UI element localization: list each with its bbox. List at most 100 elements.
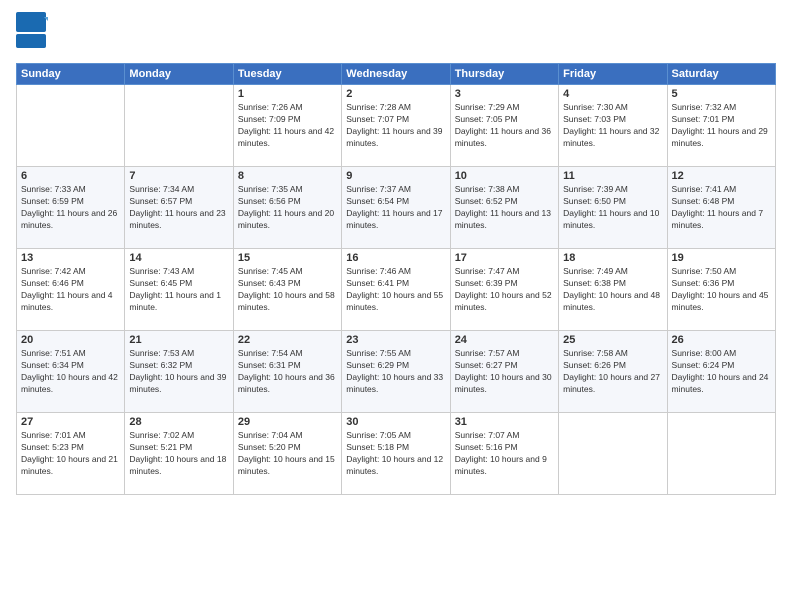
day-info: Sunrise: 7:42 AM Sunset: 6:46 PM Dayligh… bbox=[21, 266, 120, 314]
logo-icon bbox=[16, 12, 48, 50]
calendar-cell: 30 Sunrise: 7:05 AM Sunset: 5:18 PM Dayli… bbox=[342, 413, 450, 495]
day-number: 28 bbox=[129, 416, 228, 428]
weekday-header-sunday: Sunday bbox=[17, 64, 125, 85]
calendar-cell: 15 Sunrise: 7:45 AM Sunset: 6:43 PM Dayli… bbox=[233, 249, 341, 331]
calendar-cell bbox=[17, 85, 125, 167]
day-number: 30 bbox=[346, 416, 445, 428]
day-number: 25 bbox=[563, 334, 662, 346]
day-info: Sunrise: 7:39 AM Sunset: 6:50 PM Dayligh… bbox=[563, 184, 662, 232]
day-info: Sunrise: 7:05 AM Sunset: 5:18 PM Dayligh… bbox=[346, 430, 445, 478]
logo bbox=[16, 12, 52, 55]
calendar-cell: 22 Sunrise: 7:54 AM Sunset: 6:31 PM Dayli… bbox=[233, 331, 341, 413]
day-info: Sunrise: 7:41 AM Sunset: 6:48 PM Dayligh… bbox=[672, 184, 771, 232]
day-number: 7 bbox=[129, 170, 228, 182]
day-info: Sunrise: 7:28 AM Sunset: 7:07 PM Dayligh… bbox=[346, 102, 445, 150]
calendar-cell: 29 Sunrise: 7:04 AM Sunset: 5:20 PM Dayli… bbox=[233, 413, 341, 495]
day-info: Sunrise: 7:57 AM Sunset: 6:27 PM Dayligh… bbox=[455, 348, 554, 396]
day-info: Sunrise: 8:00 AM Sunset: 6:24 PM Dayligh… bbox=[672, 348, 771, 396]
day-info: Sunrise: 7:04 AM Sunset: 5:20 PM Dayligh… bbox=[238, 430, 337, 478]
calendar: SundayMondayTuesdayWednesdayThursdayFrid… bbox=[16, 63, 776, 495]
calendar-cell: 26 Sunrise: 8:00 AM Sunset: 6:24 PM Dayli… bbox=[667, 331, 775, 413]
day-number: 1 bbox=[238, 88, 337, 100]
calendar-cell: 17 Sunrise: 7:47 AM Sunset: 6:39 PM Dayli… bbox=[450, 249, 558, 331]
day-info: Sunrise: 7:26 AM Sunset: 7:09 PM Dayligh… bbox=[238, 102, 337, 150]
day-number: 12 bbox=[672, 170, 771, 182]
day-number: 27 bbox=[21, 416, 120, 428]
day-number: 2 bbox=[346, 88, 445, 100]
day-info: Sunrise: 7:46 AM Sunset: 6:41 PM Dayligh… bbox=[346, 266, 445, 314]
day-info: Sunrise: 7:33 AM Sunset: 6:59 PM Dayligh… bbox=[21, 184, 120, 232]
day-info: Sunrise: 7:50 AM Sunset: 6:36 PM Dayligh… bbox=[672, 266, 771, 314]
day-number: 3 bbox=[455, 88, 554, 100]
calendar-cell: 4 Sunrise: 7:30 AM Sunset: 7:03 PM Daylig… bbox=[559, 85, 667, 167]
calendar-cell bbox=[125, 85, 233, 167]
day-number: 6 bbox=[21, 170, 120, 182]
day-info: Sunrise: 7:54 AM Sunset: 6:31 PM Dayligh… bbox=[238, 348, 337, 396]
day-info: Sunrise: 7:55 AM Sunset: 6:29 PM Dayligh… bbox=[346, 348, 445, 396]
day-number: 23 bbox=[346, 334, 445, 346]
day-info: Sunrise: 7:32 AM Sunset: 7:01 PM Dayligh… bbox=[672, 102, 771, 150]
day-number: 19 bbox=[672, 252, 771, 264]
day-number: 16 bbox=[346, 252, 445, 264]
day-number: 21 bbox=[129, 334, 228, 346]
day-info: Sunrise: 7:35 AM Sunset: 6:56 PM Dayligh… bbox=[238, 184, 337, 232]
day-info: Sunrise: 7:53 AM Sunset: 6:32 PM Dayligh… bbox=[129, 348, 228, 396]
day-info: Sunrise: 7:38 AM Sunset: 6:52 PM Dayligh… bbox=[455, 184, 554, 232]
calendar-cell bbox=[667, 413, 775, 495]
day-number: 14 bbox=[129, 252, 228, 264]
day-number: 9 bbox=[346, 170, 445, 182]
day-number: 31 bbox=[455, 416, 554, 428]
day-number: 29 bbox=[238, 416, 337, 428]
day-number: 4 bbox=[563, 88, 662, 100]
day-info: Sunrise: 7:43 AM Sunset: 6:45 PM Dayligh… bbox=[129, 266, 228, 314]
calendar-header: SundayMondayTuesdayWednesdayThursdayFrid… bbox=[17, 64, 776, 85]
day-number: 10 bbox=[455, 170, 554, 182]
weekday-header-tuesday: Tuesday bbox=[233, 64, 341, 85]
day-number: 20 bbox=[21, 334, 120, 346]
calendar-cell: 19 Sunrise: 7:50 AM Sunset: 6:36 PM Dayli… bbox=[667, 249, 775, 331]
day-number: 8 bbox=[238, 170, 337, 182]
weekday-header-monday: Monday bbox=[125, 64, 233, 85]
calendar-cell: 16 Sunrise: 7:46 AM Sunset: 6:41 PM Dayli… bbox=[342, 249, 450, 331]
calendar-cell: 20 Sunrise: 7:51 AM Sunset: 6:34 PM Dayli… bbox=[17, 331, 125, 413]
day-number: 22 bbox=[238, 334, 337, 346]
day-info: Sunrise: 7:34 AM Sunset: 6:57 PM Dayligh… bbox=[129, 184, 228, 232]
day-info: Sunrise: 7:45 AM Sunset: 6:43 PM Dayligh… bbox=[238, 266, 337, 314]
day-number: 24 bbox=[455, 334, 554, 346]
day-info: Sunrise: 7:58 AM Sunset: 6:26 PM Dayligh… bbox=[563, 348, 662, 396]
day-number: 26 bbox=[672, 334, 771, 346]
calendar-cell: 10 Sunrise: 7:38 AM Sunset: 6:52 PM Dayli… bbox=[450, 167, 558, 249]
calendar-cell: 24 Sunrise: 7:57 AM Sunset: 6:27 PM Dayli… bbox=[450, 331, 558, 413]
calendar-cell: 31Sunrise: 7:07 AM Sunset: 5:16 PM Dayli… bbox=[450, 413, 558, 495]
weekday-header-friday: Friday bbox=[559, 64, 667, 85]
day-number: 15 bbox=[238, 252, 337, 264]
calendar-cell: 27 Sunrise: 7:01 AM Sunset: 5:23 PM Dayli… bbox=[17, 413, 125, 495]
calendar-cell: 13 Sunrise: 7:42 AM Sunset: 6:46 PM Dayli… bbox=[17, 249, 125, 331]
day-number: 18 bbox=[563, 252, 662, 264]
day-info: Sunrise: 7:01 AM Sunset: 5:23 PM Dayligh… bbox=[21, 430, 120, 478]
day-number: 13 bbox=[21, 252, 120, 264]
day-number: 17 bbox=[455, 252, 554, 264]
day-info: Sunrise: 7:51 AM Sunset: 6:34 PM Dayligh… bbox=[21, 348, 120, 396]
calendar-cell: 23 Sunrise: 7:55 AM Sunset: 6:29 PM Dayli… bbox=[342, 331, 450, 413]
day-number: 11 bbox=[563, 170, 662, 182]
day-number: 5 bbox=[672, 88, 771, 100]
weekday-header-wednesday: Wednesday bbox=[342, 64, 450, 85]
calendar-cell: 9 Sunrise: 7:37 AM Sunset: 6:54 PM Daylig… bbox=[342, 167, 450, 249]
calendar-cell: 8 Sunrise: 7:35 AM Sunset: 6:56 PM Daylig… bbox=[233, 167, 341, 249]
calendar-cell: 5 Sunrise: 7:32 AM Sunset: 7:01 PM Daylig… bbox=[667, 85, 775, 167]
day-info: Sunrise: 7:47 AM Sunset: 6:39 PM Dayligh… bbox=[455, 266, 554, 314]
calendar-cell: 11 Sunrise: 7:39 AM Sunset: 6:50 PM Dayli… bbox=[559, 167, 667, 249]
calendar-cell: 28 Sunrise: 7:02 AM Sunset: 5:21 PM Dayli… bbox=[125, 413, 233, 495]
day-info: Sunrise: 7:02 AM Sunset: 5:21 PM Dayligh… bbox=[129, 430, 228, 478]
day-info: Sunrise: 7:30 AM Sunset: 7:03 PM Dayligh… bbox=[563, 102, 662, 150]
day-info: Sunrise: 7:37 AM Sunset: 6:54 PM Dayligh… bbox=[346, 184, 445, 232]
calendar-cell: 18Sunrise: 7:49 AM Sunset: 6:38 PM Dayli… bbox=[559, 249, 667, 331]
calendar-cell: 1 Sunrise: 7:26 AM Sunset: 7:09 PM Daylig… bbox=[233, 85, 341, 167]
calendar-cell: 21 Sunrise: 7:53 AM Sunset: 6:32 PM Dayli… bbox=[125, 331, 233, 413]
calendar-cell: 3Sunrise: 7:29 AM Sunset: 7:05 PM Daylig… bbox=[450, 85, 558, 167]
calendar-cell: 25 Sunrise: 7:58 AM Sunset: 6:26 PM Dayli… bbox=[559, 331, 667, 413]
calendar-cell: 6 Sunrise: 7:33 AM Sunset: 6:59 PM Daylig… bbox=[17, 167, 125, 249]
calendar-cell bbox=[559, 413, 667, 495]
calendar-cell: 7 Sunrise: 7:34 AM Sunset: 6:57 PM Daylig… bbox=[125, 167, 233, 249]
